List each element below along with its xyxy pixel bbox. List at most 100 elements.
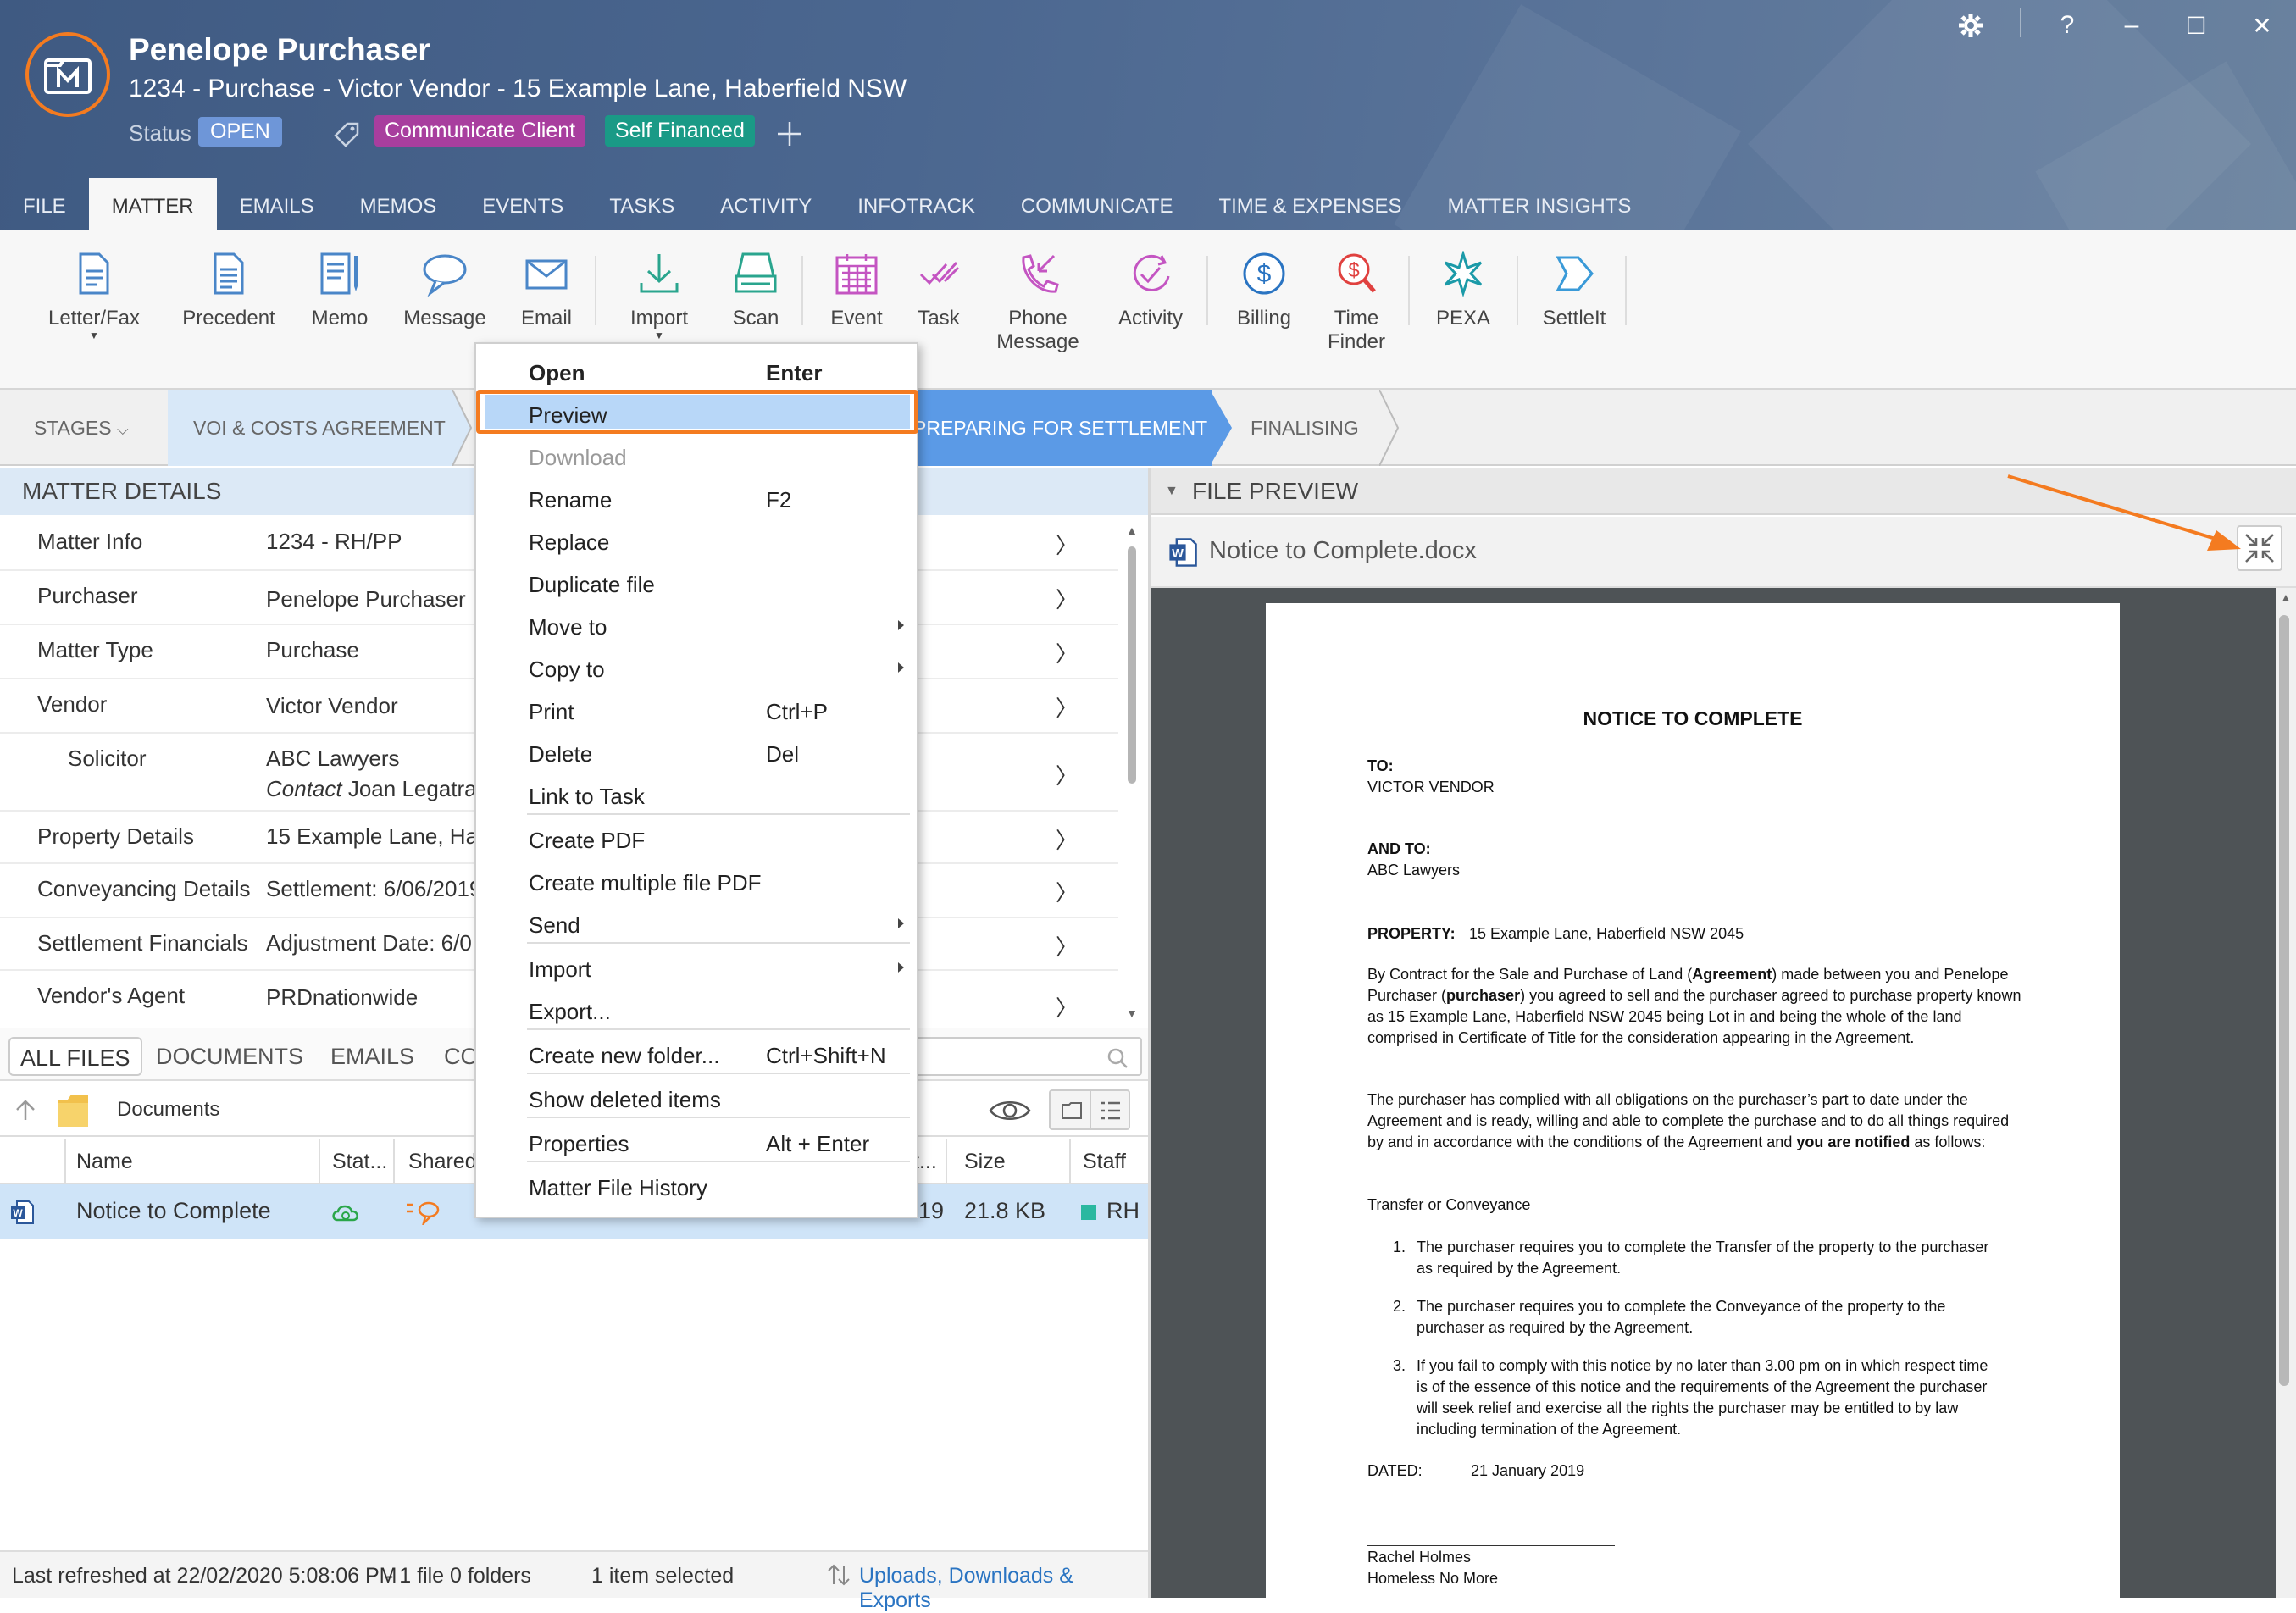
time-finder-label: Time Finder xyxy=(1327,307,1386,353)
col-size[interactable]: Size xyxy=(964,1150,1006,1174)
row-value: 15 Example Lane, Hab xyxy=(266,823,491,849)
scroll-up-icon[interactable]: ▲ xyxy=(1126,524,1138,537)
folder-view-icon[interactable] xyxy=(1061,1101,1083,1120)
col-staff[interactable]: Staff xyxy=(1083,1150,1126,1174)
task-button[interactable]: Task xyxy=(903,251,974,330)
menu-item-copy-to[interactable]: Copy to xyxy=(476,649,913,690)
menu-item-open[interactable]: Open Enter xyxy=(476,352,913,393)
list-view-icon[interactable] xyxy=(1100,1100,1122,1122)
chevron-right-icon: 〉 xyxy=(1056,696,1079,721)
row-value: Purchase xyxy=(266,637,359,662)
time-finder-button[interactable]: $ Time Finder xyxy=(1318,251,1395,354)
stage-preparing-for-settlement[interactable]: PREPARING FOR SETTLEMENT xyxy=(898,390,1212,466)
file-date: 19 xyxy=(918,1198,945,1223)
menu-item-label: Copy to xyxy=(529,657,605,682)
file-search-input[interactable] xyxy=(915,1037,1142,1076)
maximize-button[interactable]: ☐ xyxy=(2179,10,2213,41)
message-button[interactable]: Message xyxy=(398,251,491,330)
menu-item-label: Download xyxy=(529,445,627,470)
tab-tasks[interactable]: TASKS xyxy=(586,178,697,230)
up-arrow-icon[interactable] xyxy=(14,1098,37,1122)
minimize-button[interactable]: – xyxy=(2115,10,2149,41)
tag-icon[interactable] xyxy=(332,119,363,149)
tab-file[interactable]: FILE xyxy=(0,178,89,230)
activity-button[interactable]: Activity xyxy=(1108,251,1193,330)
memo-button[interactable]: Memo xyxy=(302,251,378,330)
ribbon-separator xyxy=(1408,256,1410,325)
menu-item-send[interactable]: Send xyxy=(476,905,913,945)
menu-item-create-pdf[interactable]: Create PDF xyxy=(476,820,913,861)
details-scroll-thumb[interactable] xyxy=(1128,546,1136,784)
eye-icon[interactable] xyxy=(988,1096,1032,1125)
tab-memos[interactable]: MEMOS xyxy=(337,178,460,230)
menu-item-shortcut: Del xyxy=(766,741,800,767)
tab-activity[interactable]: ACTIVITY xyxy=(697,178,835,230)
event-button[interactable]: Event xyxy=(818,251,895,330)
gear-icon[interactable] xyxy=(1954,10,1988,41)
menu-item-matter-file-history[interactable]: Matter File History xyxy=(476,1167,913,1208)
precedent-label: Precedent xyxy=(182,307,275,330)
tab-emails-files[interactable]: EMAILS xyxy=(330,1037,414,1076)
menu-item-replace[interactable]: Replace xyxy=(476,522,913,563)
folder-path[interactable]: Documents xyxy=(117,1098,219,1122)
tab-all-files[interactable]: ALL FILES xyxy=(8,1037,142,1076)
doc-para-2: The purchaser has complied with all obli… xyxy=(1367,1091,2010,1150)
preview-scroll-thumb[interactable] xyxy=(2279,615,2289,1386)
menu-item-label: Duplicate file xyxy=(529,572,655,597)
tag-self-financed[interactable]: Self Financed xyxy=(605,115,755,147)
col-name[interactable]: Name xyxy=(76,1150,133,1174)
tab-communicate-files[interactable]: CO xyxy=(444,1037,479,1076)
col-status[interactable]: Stat... xyxy=(332,1150,387,1174)
stage-finalising[interactable]: FINALISING xyxy=(1225,390,1378,466)
menu-item-create-new-folder[interactable]: Create new folder... Ctrl+Shift+N xyxy=(476,1035,913,1076)
menu-item-move-to[interactable]: Move to xyxy=(476,607,913,647)
stages-dropdown[interactable]: STAGES ⌵ xyxy=(0,390,166,466)
email-button[interactable]: Email xyxy=(508,251,585,330)
stage-voi-costs-agreement[interactable]: VOI & COSTS AGREEMENT xyxy=(168,390,452,466)
letter-fax-button[interactable]: Letter/Fax ▼ xyxy=(47,251,141,341)
menu-item-export[interactable]: Export... xyxy=(476,991,913,1032)
status-badge[interactable]: OPEN xyxy=(198,117,282,147)
tab-matter-insights[interactable]: MATTER INSIGHTS xyxy=(1425,178,1655,230)
menu-item-rename[interactable]: Rename F2 xyxy=(476,479,913,520)
pexa-button[interactable]: PEXA xyxy=(1425,251,1501,330)
menu-item-create-multiple-file-pdf[interactable]: Create multiple file PDF xyxy=(476,862,913,903)
tab-infotrack[interactable]: INFOTRACK xyxy=(835,178,998,230)
menu-item-show-deleted-items[interactable]: Show deleted items xyxy=(476,1079,913,1120)
collapse-triangle-icon[interactable]: ▼ xyxy=(1165,468,1179,515)
chevron-right-icon: 〉 xyxy=(1056,828,1079,853)
menu-separator xyxy=(527,1161,910,1162)
tab-matter[interactable]: MATTER xyxy=(88,178,217,230)
menu-item-label: Move to xyxy=(529,614,607,640)
scroll-down-icon[interactable]: ▼ xyxy=(1126,1006,1138,1020)
menu-item-import[interactable]: Import xyxy=(476,949,913,989)
uploads-downloads-link[interactable]: Uploads, Downloads & Exports xyxy=(859,1564,1148,1613)
menu-item-link-to-task[interactable]: Link to Task xyxy=(476,776,913,817)
menu-item-label: Export... xyxy=(529,999,611,1024)
last-refreshed: Last refreshed at 22/02/2020 5:08:06 PM xyxy=(12,1564,397,1588)
ribbon-separator xyxy=(1625,256,1627,325)
tab-time-expenses[interactable]: TIME & EXPENSES xyxy=(1195,178,1424,230)
menu-item-print[interactable]: Print Ctrl+P xyxy=(476,691,913,732)
billing-button[interactable]: $ Billing xyxy=(1223,251,1305,330)
import-button[interactable]: Import ▼ xyxy=(618,251,700,341)
help-button[interactable]: ? xyxy=(2050,10,2084,41)
col-shared[interactable]: Shared xyxy=(408,1150,477,1174)
scroll-up-icon[interactable]: ▲ xyxy=(2281,591,2291,603)
tag-communicate-client[interactable]: Communicate Client xyxy=(374,115,586,147)
menu-item-duplicate-file[interactable]: Duplicate file xyxy=(476,564,913,605)
precedent-button[interactable]: Precedent xyxy=(178,251,280,330)
tab-emails[interactable]: EMAILS xyxy=(217,178,337,230)
tab-events[interactable]: EVENTS xyxy=(459,178,586,230)
menu-item-shortcut: F2 xyxy=(766,487,792,513)
tab-documents[interactable]: DOCUMENTS xyxy=(156,1037,303,1076)
menu-item-properties[interactable]: Properties Alt + Enter xyxy=(476,1123,913,1164)
phone-message-button[interactable]: Phone Message xyxy=(991,251,1084,354)
menu-item-preview[interactable]: Preview xyxy=(476,395,913,435)
add-tag-icon[interactable] xyxy=(773,117,807,151)
scan-button[interactable]: Scan xyxy=(722,251,790,330)
close-button[interactable]: ✕ xyxy=(2245,10,2279,41)
menu-item-delete[interactable]: Delete Del xyxy=(476,734,913,774)
settleit-button[interactable]: SettleIt xyxy=(1532,251,1617,330)
tab-communicate[interactable]: COMMUNICATE xyxy=(998,178,1196,230)
